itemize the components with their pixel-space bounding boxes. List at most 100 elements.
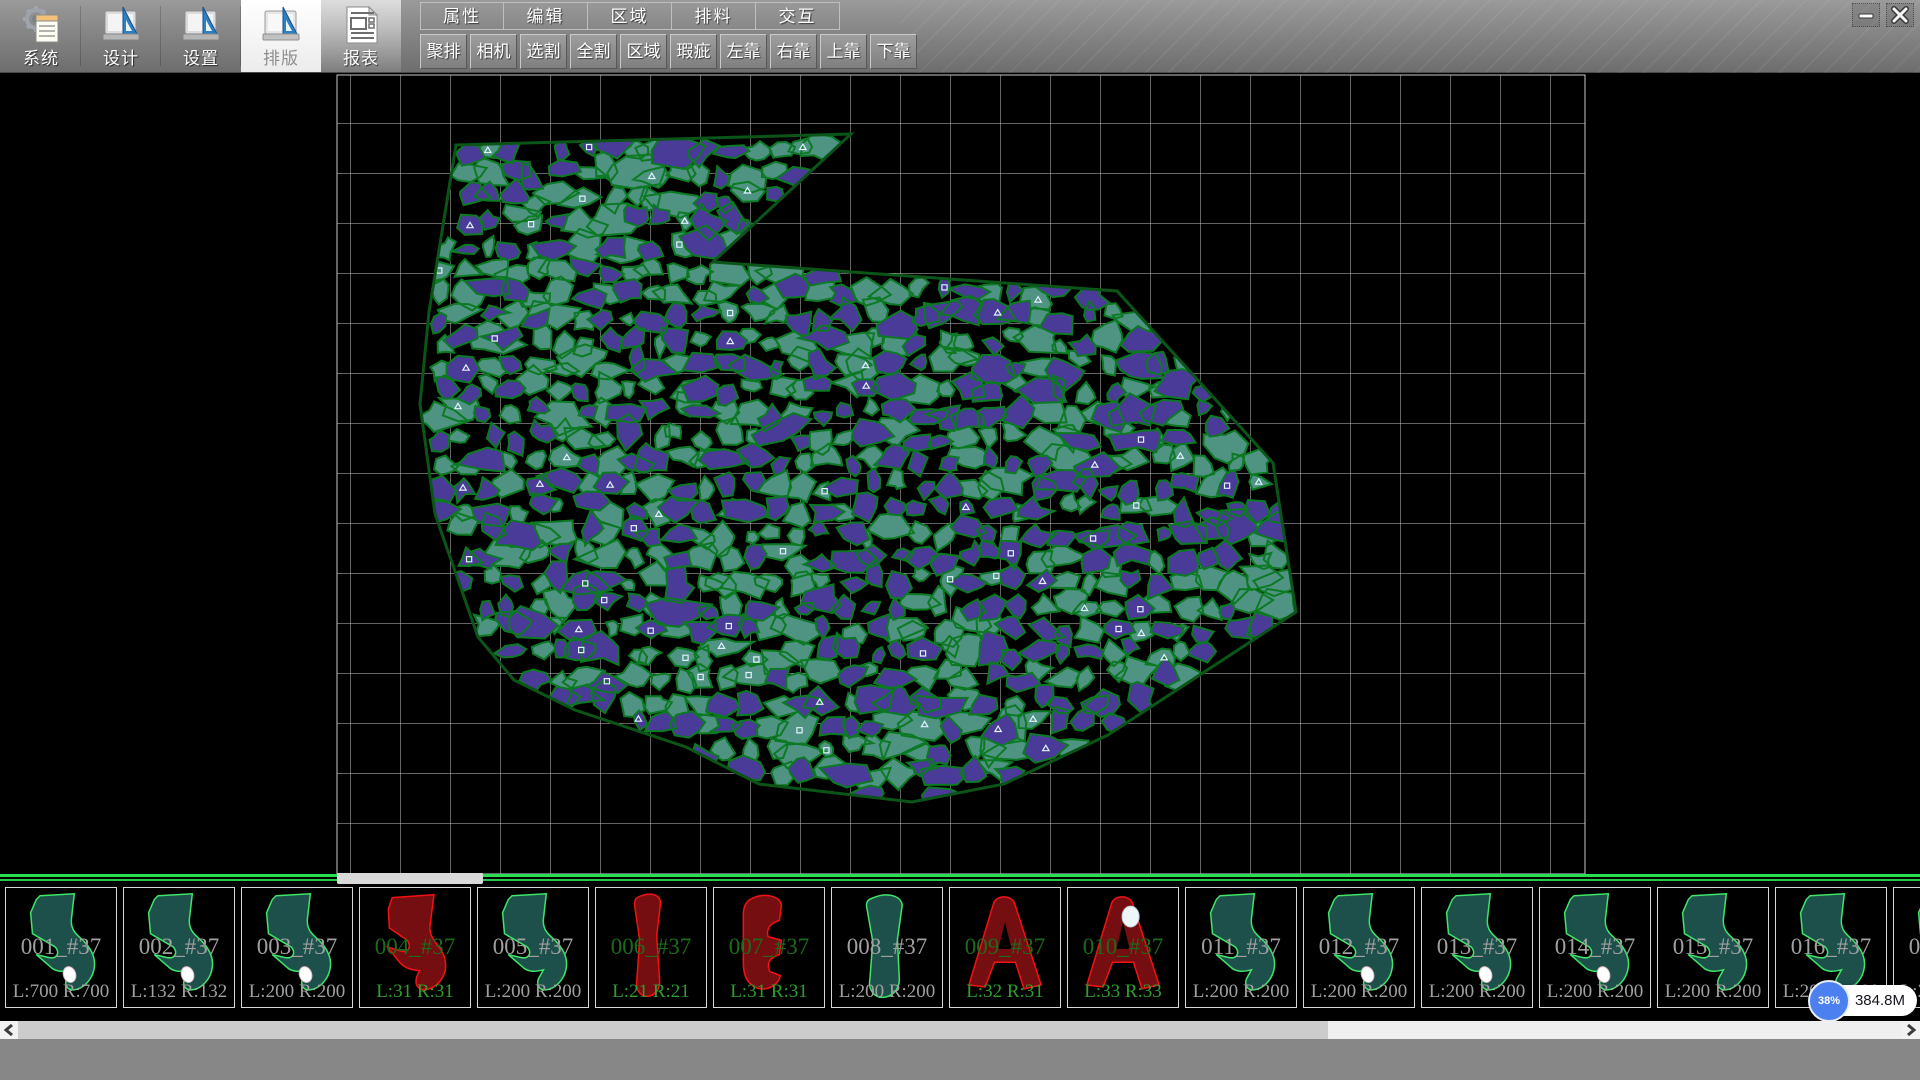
part-thumbnail-008_#37[interactable]: 008_#37 L:200 R:200 [831, 887, 943, 1008]
part-thumbnail-004_#37[interactable]: 004_#37 L:31 R:31 [359, 887, 471, 1008]
part-id-label: 011_#37 [1186, 934, 1296, 960]
tab-interaction[interactable]: 交互 [756, 2, 840, 30]
tab-edit[interactable]: 编辑 [504, 2, 588, 30]
badge-percent-text: 38% [1818, 995, 1840, 1007]
close-icon [1890, 6, 1910, 24]
part-id-label: 001_#37 [6, 934, 116, 960]
tool-camera[interactable]: 相机 [470, 34, 517, 69]
part-id-label: 015_#37 [1658, 934, 1768, 960]
tool-cut-all[interactable]: 全割 [570, 34, 617, 69]
nesting-canvas[interactable] [0, 73, 1920, 884]
part-thumbnail-007_#37[interactable]: 007_#37 L:31 R:31 [713, 887, 825, 1008]
part-id-label: 012_#37 [1304, 934, 1414, 960]
canvas-hscrollbar[interactable] [0, 873, 1920, 884]
tool-region[interactable]: 区域 [620, 34, 667, 69]
part-id-label: 008_#37 [832, 934, 942, 960]
part-id-label: 009_#37 [950, 934, 1060, 960]
system-button[interactable]: 系统 [1, 0, 81, 72]
part-id-label: 014_#37 [1540, 934, 1650, 960]
tab-properties[interactable]: 属性 [420, 2, 504, 30]
tab-nesting[interactable]: 排料 [672, 2, 756, 30]
tool-defect[interactable]: 瑕疵 [670, 34, 717, 69]
part-lr-count: L:200 R:200 [832, 981, 942, 1003]
part-lr-count: L:33 R:33 [1068, 981, 1178, 1003]
badge-size-text: 384.8M [1855, 992, 1905, 1009]
parts-panel-top-border [0, 874, 1920, 877]
share-badge[interactable]: 384.8M 38% [1808, 980, 1918, 1022]
part-lr-count: L:32 R:31 [950, 981, 1060, 1003]
part-lr-count: L:700 R:700 [6, 981, 116, 1003]
part-id-label: 013_#37 [1422, 934, 1532, 960]
tool-snap-left[interactable]: 左靠 [720, 34, 767, 69]
minimize-icon [1856, 7, 1876, 23]
part-id-label: 007_#37 [714, 934, 824, 960]
part-lr-count: L:31 R:31 [714, 981, 824, 1003]
tool-button-row: 聚排 相机 选割 全割 区域 瑕疵 左靠 右靠 上靠 下靠 [420, 34, 920, 69]
part-lr-count: L:200 R:200 [1304, 981, 1414, 1003]
part-thumbnail-014_#37[interactable]: 014_#37 L:200 R:200 [1539, 887, 1651, 1008]
part-lr-count: L:31 R:31 [360, 981, 470, 1003]
part-thumbnail-009_#37[interactable]: 009_#37 L:32 R:31 [949, 887, 1061, 1008]
report-button-label: 报表 [321, 44, 401, 69]
part-thumbnail-006_#37[interactable]: 006_#37 L:21 R:21 [595, 887, 707, 1008]
part-id-label: 016_#37 [1776, 934, 1886, 960]
part-id-label: 004_#37 [360, 934, 470, 960]
system-button-label: 系统 [1, 44, 81, 69]
part-thumbnail-012_#37[interactable]: 012_#37 L:200 R:200 [1303, 887, 1415, 1008]
hide-nesting-scene [0, 73, 1920, 884]
part-lr-count: L:200 R:200 [1422, 981, 1532, 1003]
nesting-button-label: 排版 [241, 44, 321, 69]
part-id-label: 005_#37 [478, 934, 588, 960]
parts-scroll-thumb[interactable] [18, 1021, 1328, 1039]
settings-button[interactable]: 设置 [161, 0, 241, 72]
chevron-left-icon [4, 1024, 14, 1036]
canvas-hscroll-thumb[interactable] [337, 873, 483, 884]
part-lr-count: L:21 R:21 [596, 981, 706, 1003]
toolbar-texture [900, 0, 1920, 73]
part-thumbnail-003_#37[interactable]: 003_#37 L:200 R:200 [241, 887, 353, 1008]
tab-region[interactable]: 区域 [588, 2, 672, 30]
main-toolbar: 系统 设计 [0, 0, 1920, 73]
parts-strip: 001_#37 L:700 R:700 002_#37 L:132 R:132 003_… [0, 884, 1920, 1021]
badge-percent-circle[interactable]: 38% [1808, 980, 1850, 1022]
part-id-label: 006_#37 [596, 934, 706, 960]
part-thumbnail-001_#37[interactable]: 001_#37 L:700 R:700 [5, 887, 117, 1008]
tool-snap-top[interactable]: 上靠 [820, 34, 867, 69]
part-id-label: 010_#37 [1068, 934, 1178, 960]
tool-snap-bottom[interactable]: 下靠 [870, 34, 917, 69]
part-lr-count: L:200 R:200 [1186, 981, 1296, 1003]
part-lr-count: L:200 R:200 [242, 981, 352, 1003]
part-lr-count: L:200 R:200 [1658, 981, 1768, 1003]
tool-cluster-nest[interactable]: 聚排 [420, 34, 467, 69]
nesting-button-active[interactable]: 排版 [241, 0, 321, 72]
part-thumbnail-010_#37[interactable]: 010_#37 L:33 R:33 [1067, 887, 1179, 1008]
report-button[interactable]: 报表 [321, 0, 401, 72]
part-thumbnail-011_#37[interactable]: 011_#37 L:200 R:200 [1185, 887, 1297, 1008]
status-bar [0, 1039, 1920, 1080]
menu-tab-bar: 属性 编辑 区域 排料 交互 [420, 2, 840, 30]
part-thumbnail-005_#37[interactable]: 005_#37 L:200 R:200 [477, 887, 589, 1008]
scroll-left-button[interactable] [0, 1021, 18, 1039]
scroll-right-button[interactable] [1902, 1021, 1920, 1039]
part-id-label: 003_#37 [242, 934, 352, 960]
chevron-right-icon [1906, 1024, 1916, 1036]
part-thumbnail-002_#37[interactable]: 002_#37 L:132 R:132 [123, 887, 235, 1008]
design-button[interactable]: 设计 [81, 0, 161, 72]
parts-panel-top-border-2 [0, 879, 1920, 881]
part-thumbnail-013_#37[interactable]: 013_#37 L:200 R:200 [1421, 887, 1533, 1008]
part-id-label: 017_#37 [1894, 934, 1920, 960]
minimize-button[interactable] [1852, 3, 1880, 27]
tool-snap-right[interactable]: 右靠 [770, 34, 817, 69]
part-id-label: 002_#37 [124, 934, 234, 960]
part-lr-count: L:200 R:200 [1540, 981, 1650, 1003]
tool-select-cut[interactable]: 选割 [520, 34, 567, 69]
window-controls [1852, 3, 1914, 27]
part-lr-count: L:200 R:200 [478, 981, 588, 1003]
settings-button-label: 设置 [161, 44, 241, 69]
part-thumbnail-015_#37[interactable]: 015_#37 L:200 R:200 [1657, 887, 1769, 1008]
parts-scrollbar[interactable] [0, 1021, 1920, 1039]
close-button[interactable] [1886, 3, 1914, 27]
application-window: 系统 设计 [0, 0, 1920, 1080]
design-button-label: 设计 [81, 44, 161, 69]
part-lr-count: L:132 R:132 [124, 981, 234, 1003]
